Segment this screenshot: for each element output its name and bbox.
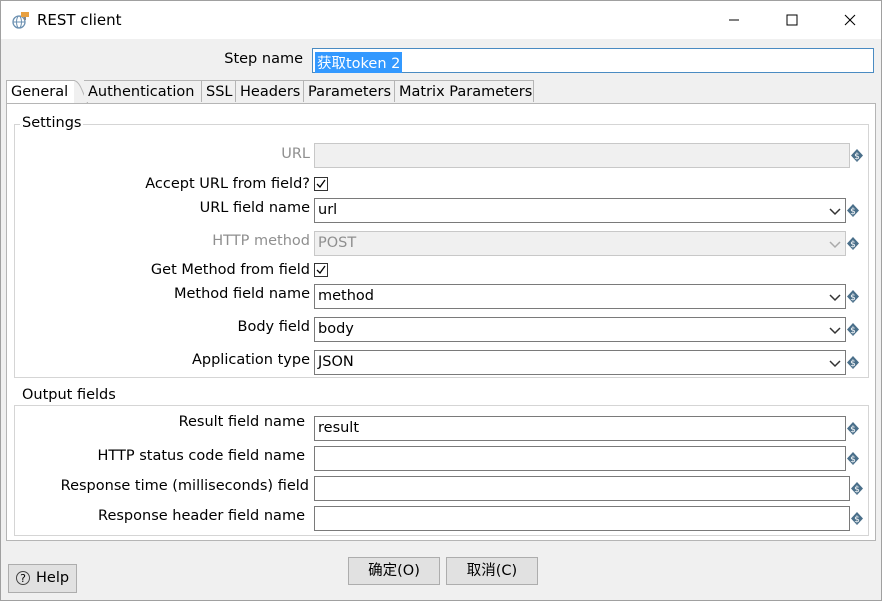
checkmark-icon xyxy=(316,265,326,275)
svg-text:$: $ xyxy=(850,207,856,217)
body-field-label: Body field xyxy=(237,319,311,335)
svg-text:$: $ xyxy=(850,240,856,250)
step-name-label: Step name xyxy=(224,51,303,67)
http-status-field-input[interactable] xyxy=(314,446,846,471)
svg-text:$: $ xyxy=(854,485,860,495)
response-time-field-label: Response time (milliseconds) field xyxy=(60,478,309,494)
http-status-field-label: HTTP status code field name xyxy=(97,448,305,464)
help-icon: ? xyxy=(16,571,30,585)
chevron-down-icon xyxy=(829,327,841,335)
variable-icon: $ xyxy=(847,290,859,303)
ok-button[interactable]: 确定(O) xyxy=(348,557,440,585)
method-field-name-combo[interactable]: method xyxy=(314,284,846,309)
svg-text:$: $ xyxy=(850,359,856,369)
help-button[interactable]: ? Help xyxy=(8,564,77,593)
rest-client-globe-icon xyxy=(11,11,31,31)
response-header-field-input[interactable] xyxy=(314,506,850,531)
close-icon xyxy=(844,14,856,26)
checkmark-icon xyxy=(316,179,326,189)
variable-icon: $ xyxy=(847,237,859,250)
get-method-label: Get Method from field xyxy=(150,262,310,278)
svg-text:$: $ xyxy=(854,515,860,525)
method-field-name-label: Method field name xyxy=(173,286,310,302)
variable-icon: $ xyxy=(847,356,859,369)
url-label: URL xyxy=(281,146,310,162)
chevron-down-icon xyxy=(829,294,841,302)
application-type-label: Application type xyxy=(191,352,310,368)
result-field-input[interactable]: result xyxy=(314,416,846,441)
window-title: REST client xyxy=(37,11,122,29)
result-field-label: Result field name xyxy=(178,414,305,430)
help-label: Help xyxy=(36,570,70,586)
tab-general[interactable]: General xyxy=(6,80,74,105)
accept-url-checkbox[interactable] xyxy=(314,177,328,191)
cancel-button[interactable]: 取消(C) xyxy=(446,557,538,585)
variable-icon: $ xyxy=(847,323,859,336)
url-field-name-combo[interactable]: url xyxy=(314,198,846,223)
settings-group-title: Settings xyxy=(20,115,84,131)
variable-icon: $ xyxy=(851,482,863,495)
get-method-checkbox[interactable] xyxy=(314,263,328,277)
tab-matrix-parameters[interactable]: Matrix Parameters xyxy=(394,80,534,102)
minimize-button[interactable] xyxy=(705,1,763,39)
variable-icon: $ xyxy=(847,452,859,465)
variable-icon: $ xyxy=(851,512,863,525)
chevron-down-icon xyxy=(829,241,841,249)
svg-text:$: $ xyxy=(850,326,856,336)
application-type-combo[interactable]: JSON xyxy=(314,350,846,375)
http-method-label: HTTP method xyxy=(212,233,310,249)
variable-icon: $ xyxy=(847,422,859,435)
chevron-down-icon xyxy=(829,360,841,368)
svg-text:$: $ xyxy=(854,152,860,162)
http-method-combo: POST xyxy=(314,231,846,256)
minimize-icon xyxy=(729,19,739,21)
tab-ssl[interactable]: SSL xyxy=(201,80,236,102)
output-fields-group-title: Output fields xyxy=(20,387,118,403)
maximize-button[interactable] xyxy=(763,1,821,39)
svg-text:$: $ xyxy=(850,293,856,303)
tab-parameters[interactable]: Parameters xyxy=(303,80,395,102)
tab-authentication[interactable]: Authentication xyxy=(84,80,202,102)
variable-icon: $ xyxy=(851,149,863,162)
close-button[interactable] xyxy=(821,1,879,39)
rest-client-dialog: REST client Step name 获取token 2 General … xyxy=(0,0,882,601)
step-name-value: 获取token 2 xyxy=(315,52,403,73)
step-name-input[interactable]: 获取token 2 xyxy=(312,48,874,73)
variable-icon: $ xyxy=(847,204,859,217)
response-time-field-input[interactable] xyxy=(314,476,850,501)
title-bar: REST client xyxy=(1,1,881,39)
url-field-name-label: URL field name xyxy=(199,200,310,216)
accept-url-label: Accept URL from field? xyxy=(145,176,310,192)
url-input xyxy=(314,143,850,168)
tab-headers[interactable]: Headers xyxy=(235,80,304,102)
chevron-down-icon xyxy=(829,208,841,216)
body-field-combo[interactable]: body xyxy=(314,317,846,342)
svg-text:$: $ xyxy=(850,455,856,465)
response-header-field-label: Response header field name xyxy=(98,508,305,524)
svg-text:$: $ xyxy=(850,425,856,435)
maximize-icon xyxy=(786,14,798,26)
